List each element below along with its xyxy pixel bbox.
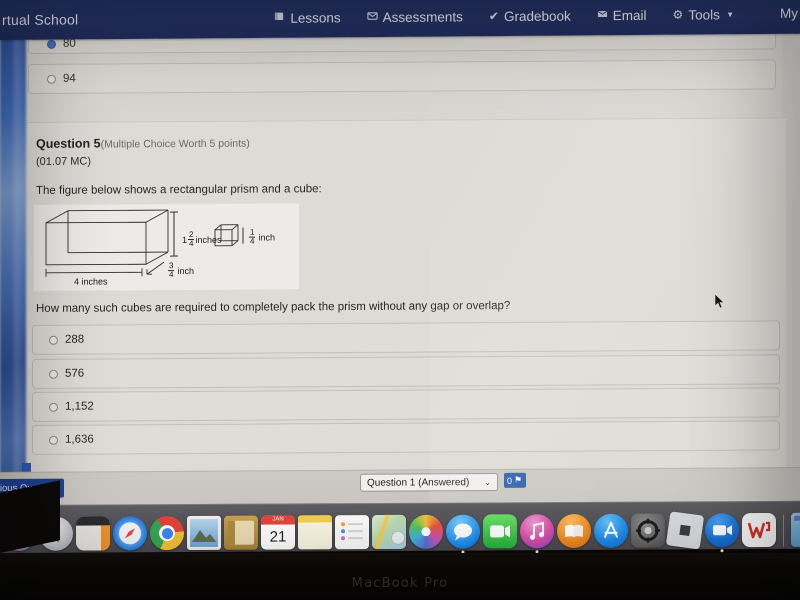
messages-icon[interactable] bbox=[446, 514, 480, 554]
answer-option-4-label: 1,636 bbox=[65, 433, 94, 446]
dock-separator bbox=[783, 514, 784, 547]
assessment-page: 80 94 Question 5(Multiple Choice Worth 5… bbox=[22, 29, 800, 481]
answer-option-3-label: 1,152 bbox=[65, 400, 94, 413]
screen-left-edge-shine bbox=[14, 30, 26, 505]
question-prompt: How many such cubes are required to comp… bbox=[36, 300, 511, 315]
prism-depth-denominator: 4 bbox=[169, 270, 174, 280]
itunes-icon[interactable] bbox=[520, 514, 554, 554]
prism-height-whole: 1 bbox=[182, 234, 188, 245]
question-figure: 1 2 4 inches 4 inches 3 4 inch 1 4 inch bbox=[34, 203, 299, 291]
gear-icon: ⚙ bbox=[672, 7, 684, 22]
roblox-icon[interactable] bbox=[665, 511, 705, 550]
nav-item-lessons[interactable]: Lessons bbox=[274, 9, 341, 26]
folder-icon bbox=[367, 10, 378, 24]
calendar-month-label: JAN bbox=[261, 515, 295, 525]
question-stem: The figure below shows a rectangular pri… bbox=[36, 183, 322, 197]
prism-height-fraction: 2 4 bbox=[188, 230, 195, 248]
answer-option-3[interactable]: 1,152 bbox=[32, 387, 780, 422]
cube-edge-unit: inch bbox=[258, 231, 275, 243]
assessment-toolbar: vious Question Question 1 (Answered) ⌄ 0… bbox=[0, 467, 800, 505]
answer-option-1-label: 288 bbox=[65, 333, 85, 346]
cube-edge-label: 1 4 inch bbox=[248, 228, 275, 246]
calendar-day-label: 21 bbox=[269, 528, 287, 546]
question-meta: (Multiple Choice Worth 5 points) bbox=[100, 137, 250, 151]
preview-icon[interactable] bbox=[187, 515, 221, 551]
question-select[interactable]: Question 1 (Answered) ⌄ bbox=[360, 472, 498, 492]
nav-item-email[interactable]: Email bbox=[597, 7, 647, 23]
facetime-icon[interactable] bbox=[483, 514, 517, 549]
applications-folder-icon[interactable] bbox=[791, 512, 800, 547]
nav-item-my-account[interactable]: My bbox=[780, 6, 798, 21]
notes-icon[interactable] bbox=[298, 515, 332, 550]
radio-icon[interactable] bbox=[47, 39, 56, 49]
flag-icon: ⚑ bbox=[514, 474, 523, 485]
check-icon: ✔ bbox=[488, 9, 499, 24]
laptop-screen: rtual School Lessons Assessments ✔ Grade… bbox=[0, 0, 800, 505]
reminders-icon[interactable] bbox=[335, 515, 369, 550]
calendar-icon[interactable]: JAN 21 bbox=[261, 515, 295, 550]
question-title: Question 5(Multiple Choice Worth 5 point… bbox=[36, 136, 250, 151]
zoom-icon[interactable] bbox=[705, 513, 739, 553]
prism-depth-unit: inch bbox=[177, 265, 194, 276]
flag-count-badge[interactable]: 0 ⚑ bbox=[504, 472, 526, 488]
flag-count: 0 bbox=[507, 475, 513, 486]
screen-bottom-left-shadow bbox=[0, 480, 60, 553]
prev-question-option-94-label: 94 bbox=[63, 72, 76, 85]
prism-height-label: 1 2 4 inches bbox=[182, 230, 222, 248]
question-select-value: Question 1 (Answered) bbox=[367, 476, 470, 489]
dock-items: JAN 21 bbox=[2, 504, 800, 554]
macbook-pro-label: MacBook Pro bbox=[351, 576, 449, 591]
navbar-items: Lessons Assessments ✔ Gradebook Email ⚙ … bbox=[274, 7, 732, 26]
app-store-icon[interactable] bbox=[594, 513, 628, 548]
maps-icon[interactable] bbox=[372, 514, 406, 550]
chrome-icon[interactable] bbox=[150, 516, 184, 551]
wps-office-icon[interactable] bbox=[742, 512, 776, 548]
answer-option-2[interactable]: 576 bbox=[32, 354, 780, 389]
site-brand[interactable]: rtual School bbox=[2, 11, 78, 28]
question-card: Question 5(Multiple Choice Worth 5 point… bbox=[26, 117, 786, 474]
contacts-icon[interactable] bbox=[224, 515, 258, 550]
radio-icon[interactable] bbox=[49, 402, 58, 412]
prism-depth-label: 3 4 inch bbox=[167, 261, 194, 280]
answer-option-4[interactable]: 1,636 bbox=[32, 420, 780, 455]
nav-item-gradebook-label: Gradebook bbox=[503, 8, 571, 24]
answer-option-2-label: 576 bbox=[65, 367, 85, 380]
photos-icon[interactable] bbox=[409, 514, 443, 549]
prism-height-denominator: 4 bbox=[189, 238, 194, 248]
radio-icon[interactable] bbox=[49, 435, 58, 445]
chevron-down-icon[interactable]: ▾ bbox=[728, 9, 733, 20]
prism-depth-fraction: 3 4 bbox=[168, 261, 175, 280]
chevron-down-icon: ⌄ bbox=[484, 478, 491, 488]
prism-height-unit: inches bbox=[195, 234, 222, 245]
book-icon bbox=[274, 11, 285, 25]
macos-dock: JAN 21 bbox=[0, 500, 800, 554]
app-running-dot bbox=[720, 549, 724, 553]
answer-option-1[interactable]: 288 bbox=[32, 320, 780, 355]
radio-icon[interactable] bbox=[49, 335, 58, 345]
question-number: Question 5 bbox=[36, 136, 101, 151]
books-icon[interactable] bbox=[557, 513, 591, 549]
system-preferences-icon[interactable] bbox=[631, 513, 665, 548]
nav-item-assessments[interactable]: Assessments bbox=[367, 9, 463, 25]
nav-item-assessments-label: Assessments bbox=[382, 8, 463, 25]
nav-item-email-label: Email bbox=[612, 7, 647, 23]
radio-icon[interactable] bbox=[49, 369, 58, 379]
site-navbar: rtual School Lessons Assessments ✔ Grade… bbox=[0, 0, 800, 40]
prev-question-option-94[interactable]: 94 bbox=[28, 59, 776, 94]
nav-item-tools-label: Tools bbox=[688, 6, 720, 23]
envelope-icon bbox=[597, 8, 608, 22]
prism-length-label: 4 inches bbox=[74, 276, 108, 287]
cube-edge-fraction: 1 4 bbox=[249, 228, 256, 246]
nav-item-lessons-label: Lessons bbox=[290, 9, 341, 26]
radio-icon[interactable] bbox=[47, 74, 56, 84]
nav-item-tools[interactable]: ⚙ Tools ▾ bbox=[673, 7, 733, 22]
mouse-cursor bbox=[714, 293, 725, 309]
nav-item-gradebook[interactable]: ✔ Gradebook bbox=[489, 8, 571, 24]
cube-edge-denominator: 4 bbox=[250, 236, 255, 246]
photo-of-laptop-screen: rtual School Lessons Assessments ✔ Grade… bbox=[0, 0, 800, 600]
safari-icon[interactable] bbox=[113, 516, 147, 551]
question-code: (01.07 MC) bbox=[36, 155, 92, 168]
calculator-icon[interactable] bbox=[76, 516, 110, 551]
